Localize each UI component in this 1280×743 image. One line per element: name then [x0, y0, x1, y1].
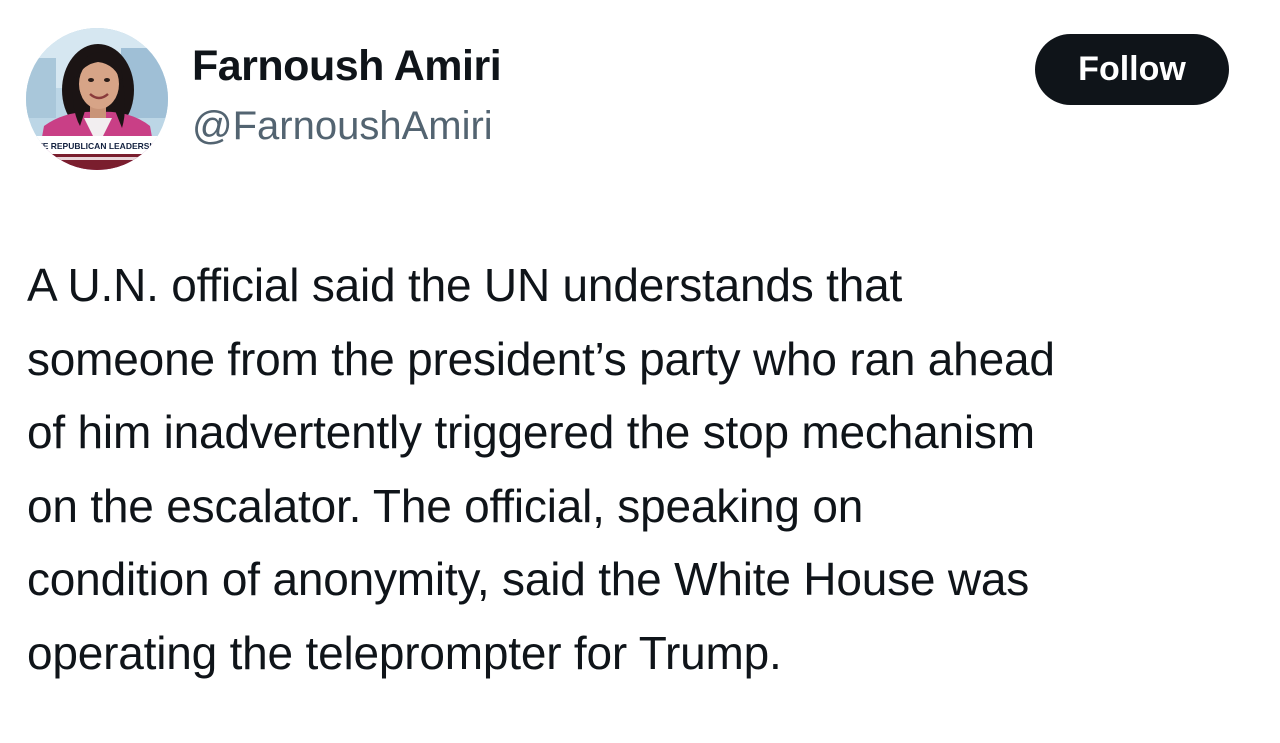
- author-handle[interactable]: @FarnoushAmiri: [192, 104, 493, 149]
- tweet-text: A U.N. official said the UN understands …: [27, 259, 1055, 679]
- tweet-card: ATE REPUBLICAN LEADERSHIP Farnoush Amiri…: [0, 0, 1280, 743]
- avatar-banner-text: ATE REPUBLICAN LEADERSHIP: [32, 141, 164, 151]
- avatar[interactable]: ATE REPUBLICAN LEADERSHIP: [26, 28, 168, 170]
- follow-button[interactable]: Follow: [1035, 34, 1229, 105]
- avatar-image: ATE REPUBLICAN LEADERSHIP: [26, 28, 168, 170]
- author-display-name[interactable]: Farnoush Amiri: [192, 42, 502, 91]
